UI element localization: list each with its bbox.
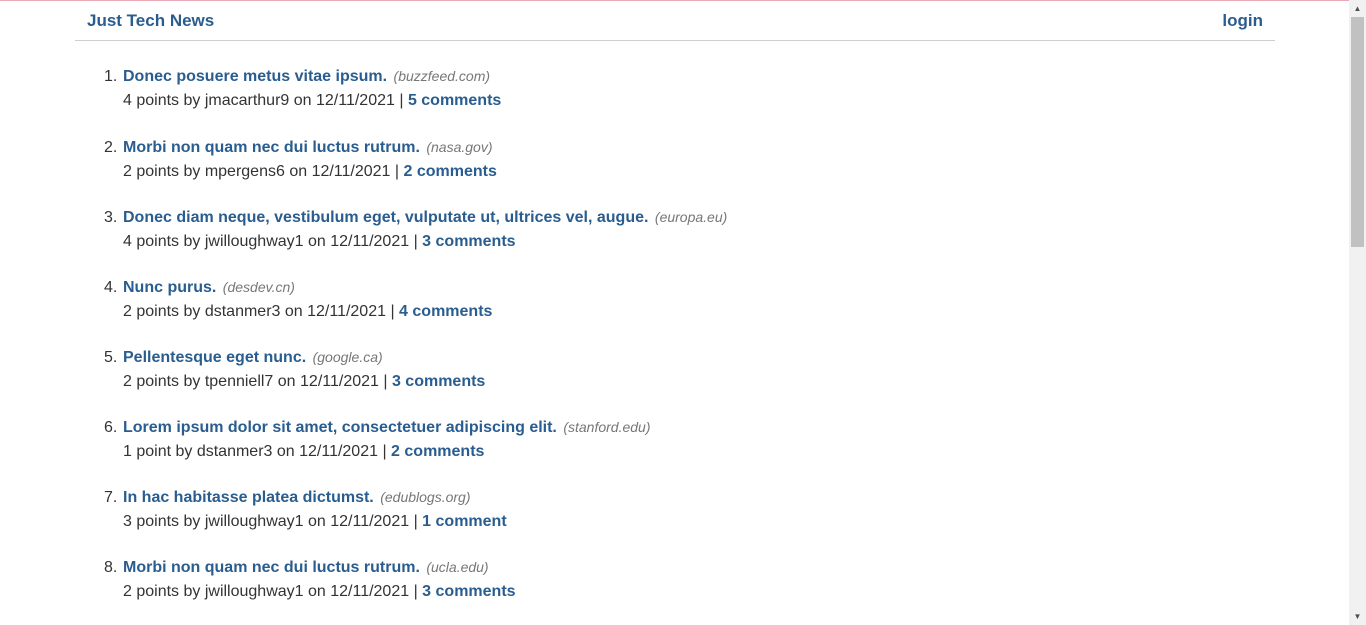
post-title-link[interactable]: Morbi non quam nec dui luctus rutrum. (123, 559, 420, 576)
post-item: 7. In hac habitasse platea dictumst. (ed… (0, 489, 1000, 539)
post-comments-link[interactable]: 2 comments (391, 443, 484, 460)
post-meta: 2 points by mpergens6 on 12/11/2021 | (123, 163, 404, 180)
post-title-link[interactable]: In hac habitasse platea dictumst. (123, 489, 374, 506)
post-comments-link[interactable]: 2 comments (404, 163, 497, 180)
post-item: 5. Pellentesque eget nunc. (google.ca) 2… (0, 349, 1000, 399)
post-number: 4. (104, 279, 118, 296)
post-comments-link[interactable]: 3 comments (392, 373, 485, 390)
post-number: 8. (104, 559, 118, 576)
post-comments-link[interactable]: 3 comments (422, 233, 515, 250)
post-title-link[interactable]: Morbi non quam nec dui luctus rutrum. (123, 139, 420, 156)
post-comments-link[interactable]: 4 comments (399, 303, 492, 320)
post-title-link[interactable]: Nunc purus. (123, 279, 216, 296)
post-meta: 2 points by jwilloughway1 on 12/11/2021 … (123, 583, 423, 600)
post-comments-link[interactable]: 3 comments (422, 583, 515, 600)
post-number: 1. (104, 68, 118, 85)
post-title-link[interactable]: Donec posuere metus vitae ipsum. (123, 68, 387, 85)
post-title-link[interactable]: Lorem ipsum dolor sit amet, consectetuer… (123, 419, 557, 436)
post-number: 7. (104, 489, 118, 506)
post-item: 1. Donec posuere metus vitae ipsum. (buz… (0, 68, 1000, 118)
post-meta: 1 point by dstanmer3 on 12/11/2021 | (123, 443, 392, 460)
scrollbar-thumb[interactable] (1351, 17, 1364, 247)
post-item: 2. Morbi non quam nec dui luctus rutrum.… (0, 139, 1000, 189)
post-title-link[interactable]: Donec diam neque, vestibulum eget, vulpu… (123, 209, 648, 226)
post-domain: (buzzfeed.com) (393, 68, 491, 84)
post-meta: 3 points by jwilloughway1 on 12/11/2021 … (123, 513, 423, 530)
post-comments-link[interactable]: 1 comment (422, 513, 506, 530)
post-item: 4. Nunc purus. (desdev.cn) 2 points by d… (0, 279, 1000, 329)
post-domain: (nasa.gov) (426, 139, 493, 155)
post-meta: 2 points by dstanmer3 on 12/11/2021 | (123, 303, 400, 320)
post-domain: (google.ca) (312, 349, 383, 365)
scroll-down-arrow-icon[interactable]: ▼ (1349, 608, 1366, 625)
scroll-up-arrow-icon[interactable]: ▲ (1349, 0, 1366, 17)
post-item: 8. Morbi non quam nec dui luctus rutrum.… (0, 559, 1000, 609)
post-comments-link[interactable]: 5 comments (408, 92, 501, 109)
post-meta: 4 points by jmacarthur9 on 12/11/2021 | (123, 92, 408, 109)
post-item: 6. Lorem ipsum dolor sit amet, consectet… (0, 419, 1000, 469)
post-number: 3. (104, 209, 118, 226)
post-domain: (stanford.edu) (563, 419, 651, 435)
post-number: 6. (104, 419, 118, 436)
post-title-link[interactable]: Pellentesque eget nunc. (123, 349, 306, 366)
site-brand-link[interactable]: Just Tech News (87, 11, 214, 31)
post-domain: (europa.eu) (654, 209, 728, 225)
post-meta: 2 points by tpenniell7 on 12/11/2021 | (123, 373, 392, 390)
post-meta: 4 points by jwilloughway1 on 12/11/2021 … (123, 233, 423, 250)
post-number: 2. (104, 139, 118, 156)
post-domain: (ucla.edu) (426, 559, 489, 575)
vertical-scrollbar[interactable]: ▲ ▼ (1349, 0, 1366, 625)
site-header: Just Tech News login (75, 1, 1275, 41)
post-number: 5. (104, 349, 118, 366)
post-item: 3. Donec diam neque, vestibulum eget, vu… (0, 209, 1000, 259)
login-link[interactable]: login (1222, 11, 1263, 31)
post-domain: (desdev.cn) (222, 279, 295, 295)
post-domain: (edublogs.org) (380, 489, 471, 505)
